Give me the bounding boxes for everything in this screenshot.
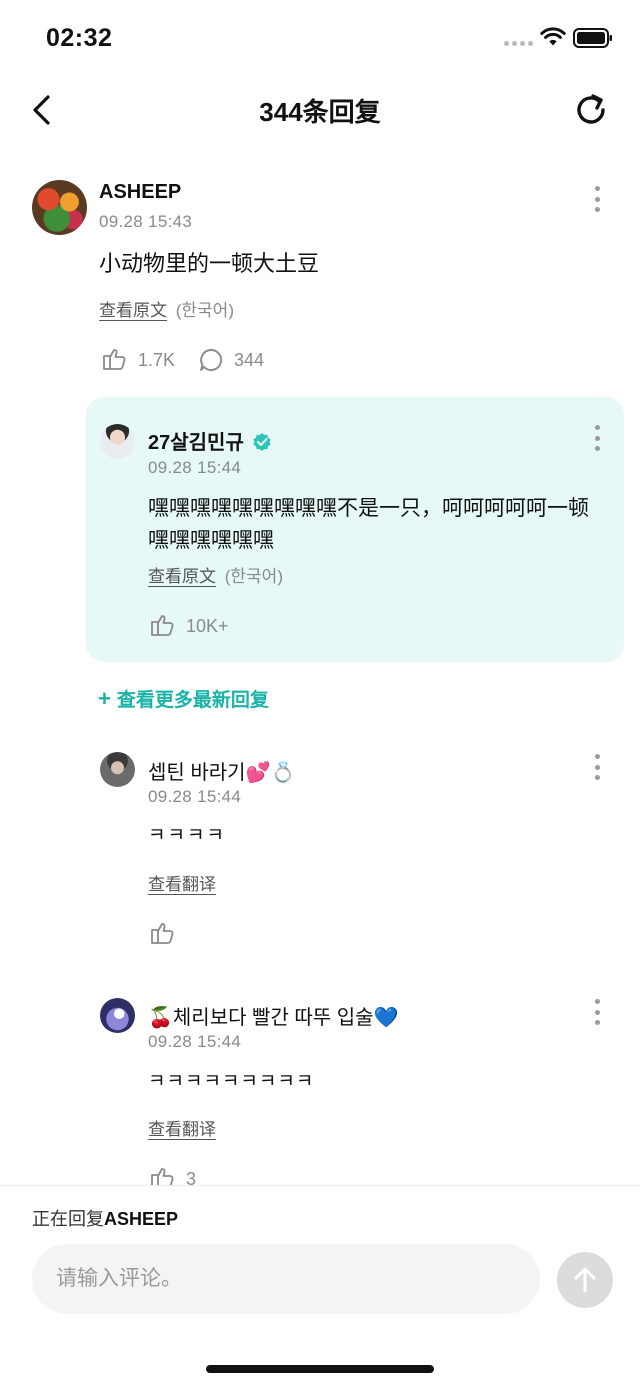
reply-username[interactable]: 셉틴 바라기💕💍: [148, 756, 295, 785]
translate-link[interactable]: 查看翻译: [148, 875, 216, 894]
nav-bar: 344条回复: [0, 70, 640, 150]
translate-row: 查看翻译: [148, 1115, 216, 1140]
like-icon: [151, 923, 174, 944]
translate-link[interactable]: 查看翻译: [148, 1120, 216, 1139]
like-stat[interactable]: 1.7K: [100, 347, 175, 373]
view-original-link[interactable]: 查看原文: [148, 567, 216, 586]
more-replies-link[interactable]: + 查看更多最新回复: [98, 685, 269, 712]
view-original-row: 查看原文 (한국어): [99, 296, 234, 321]
more-icon[interactable]: [593, 754, 601, 780]
like-stat[interactable]: 10K+: [148, 613, 229, 639]
plus-icon: +: [98, 685, 111, 711]
comment-timestamp: 09.28 15:43: [99, 212, 193, 231]
like-icon: [103, 349, 126, 370]
view-original-link[interactable]: 查看原文: [99, 301, 167, 320]
refresh-icon[interactable]: [573, 92, 609, 128]
reply-username[interactable]: 27살김민규: [148, 426, 272, 455]
like-count: 10K+: [186, 615, 229, 636]
status-time: 02:32: [46, 24, 113, 52]
language-label: (한국어): [224, 567, 283, 586]
avatar[interactable]: [32, 180, 87, 235]
replying-prefix: 正在回复: [32, 1209, 104, 1229]
reply-text: ㅋㅋㅋㅋ: [148, 825, 226, 846]
view-original-row: 查看原文 (한국어): [148, 562, 283, 587]
signal-icon: [504, 41, 533, 46]
comment-composer: 正在回复ASHEEP: [0, 1185, 640, 1385]
more-icon[interactable]: [593, 999, 601, 1025]
reply-text: 嘿嘿嘿嘿嘿嘿嘿嘿嘿不是一只，呵呵呵呵呵一顿嘿嘿嘿嘿嘿嘿: [148, 497, 589, 552]
more-icon[interactable]: [593, 186, 601, 212]
reply-stat[interactable]: 344: [198, 347, 264, 373]
reply-username-text: 27살김민규: [148, 432, 244, 454]
avatar[interactable]: [100, 998, 135, 1033]
avatar[interactable]: [100, 424, 135, 459]
comment-text: 小动物里的一顿大土豆: [99, 251, 320, 276]
reply-username[interactable]: 🍒체리보다 빨간 따뚜 입술💙: [148, 1001, 398, 1030]
translate-row: 查看翻译: [148, 870, 216, 895]
language-label: (한국어): [175, 301, 234, 320]
screen: 02:32 344条回复 ASHEEP 09.28 15:43 小动物里的一顿大…: [0, 0, 640, 1385]
comment-username[interactable]: ASHEEP: [99, 181, 181, 204]
send-icon: [574, 1267, 596, 1293]
reply-timestamp: 09.28 15:44: [148, 787, 242, 806]
more-icon[interactable]: [593, 425, 601, 451]
avatar[interactable]: [100, 752, 135, 787]
like-count: 1.7K: [138, 349, 176, 370]
wifi-icon: [540, 27, 566, 46]
more-replies-label: 查看更多最新回复: [116, 690, 269, 711]
like-icon: [151, 615, 174, 636]
reply-timestamp: 09.28 15:44: [148, 1032, 242, 1051]
home-indicator: [206, 1365, 434, 1373]
status-bar: 02:32: [0, 0, 640, 70]
replying-target: ASHEEP: [104, 1209, 179, 1229]
replying-to-label: 正在回复ASHEEP: [32, 1205, 178, 1231]
verified-icon: [253, 433, 272, 451]
reply-text: ㅋㅋㅋㅋㅋㅋㅋㅋㅋ: [148, 1071, 315, 1092]
battery-icon: [573, 28, 612, 48]
comment-input[interactable]: [32, 1244, 540, 1314]
like-stat[interactable]: [148, 921, 186, 947]
page-title: 344条回复: [259, 97, 381, 127]
send-button[interactable]: [557, 1252, 613, 1308]
reply-timestamp: 09.28 15:44: [148, 458, 242, 477]
reply-count: 344: [234, 349, 265, 370]
comment-icon: [200, 349, 223, 371]
